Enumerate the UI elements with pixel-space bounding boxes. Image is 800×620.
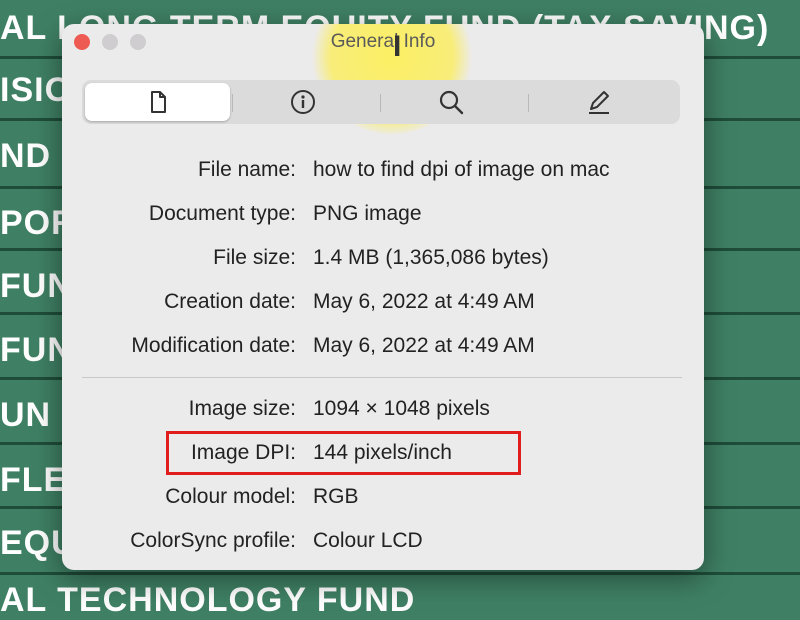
tab-more-info[interactable] xyxy=(230,83,375,121)
tab-general[interactable] xyxy=(85,83,230,121)
field-label: File size: xyxy=(213,246,296,269)
info-icon xyxy=(290,90,315,114)
colour-model-row: Colour model: RGB xyxy=(62,479,704,515)
search-icon xyxy=(439,90,463,115)
colorsync-profile-row: ColorSync profile: Colour LCD xyxy=(62,523,704,559)
creation-date-row: Creation date: May 6, 2022 at 4:49 AM xyxy=(62,284,704,320)
dpi-highlight-box xyxy=(166,431,521,475)
field-value: May 6, 2022 at 4:49 AM xyxy=(313,290,535,313)
field-label: Document type: xyxy=(148,202,296,225)
tab-annotate[interactable] xyxy=(526,83,671,121)
field-value: PNG image xyxy=(313,202,422,225)
pencil-icon xyxy=(588,91,609,114)
inspector-tab-bar xyxy=(82,80,680,124)
field-value: 1.4 MB (1,365,086 bytes) xyxy=(313,246,549,269)
field-label: Colour model: xyxy=(165,485,296,508)
field-value: May 6, 2022 at 4:49 AM xyxy=(313,334,535,357)
background-divider xyxy=(0,572,800,575)
field-label: Creation date: xyxy=(164,290,296,313)
field-value: Colour LCD xyxy=(313,529,423,552)
field-label: Modification date: xyxy=(131,334,296,357)
title-bar[interactable]: General Info I xyxy=(62,24,704,134)
section-divider xyxy=(82,377,682,378)
info-window: General Info I File name: how to find dp… xyxy=(62,24,704,570)
file-size-row: File size: 1.4 MB (1,365,086 bytes) xyxy=(62,240,704,276)
file-name-row: File name: how to find dpi of image on m… xyxy=(62,152,704,188)
field-value: 1094 × 1048 pixels xyxy=(313,397,490,420)
image-size-row: Image size: 1094 × 1048 pixels xyxy=(62,391,704,427)
field-value: RGB xyxy=(313,485,359,508)
field-label: ColorSync profile: xyxy=(130,529,296,552)
field-label: Image size: xyxy=(188,397,296,420)
document-type-row: Document type: PNG image xyxy=(62,196,704,232)
field-value: how to find dpi of image on mac xyxy=(313,158,610,181)
document-icon xyxy=(150,91,166,113)
text-cursor-icon: I xyxy=(393,30,402,63)
field-label: File name: xyxy=(197,158,296,181)
modification-date-row: Modification date: May 6, 2022 at 4:49 A… xyxy=(62,328,704,364)
window-title: General Info xyxy=(330,31,436,52)
background-row: AL TECHNOLOGY FUND xyxy=(0,581,416,619)
tab-inspect[interactable] xyxy=(378,83,523,121)
